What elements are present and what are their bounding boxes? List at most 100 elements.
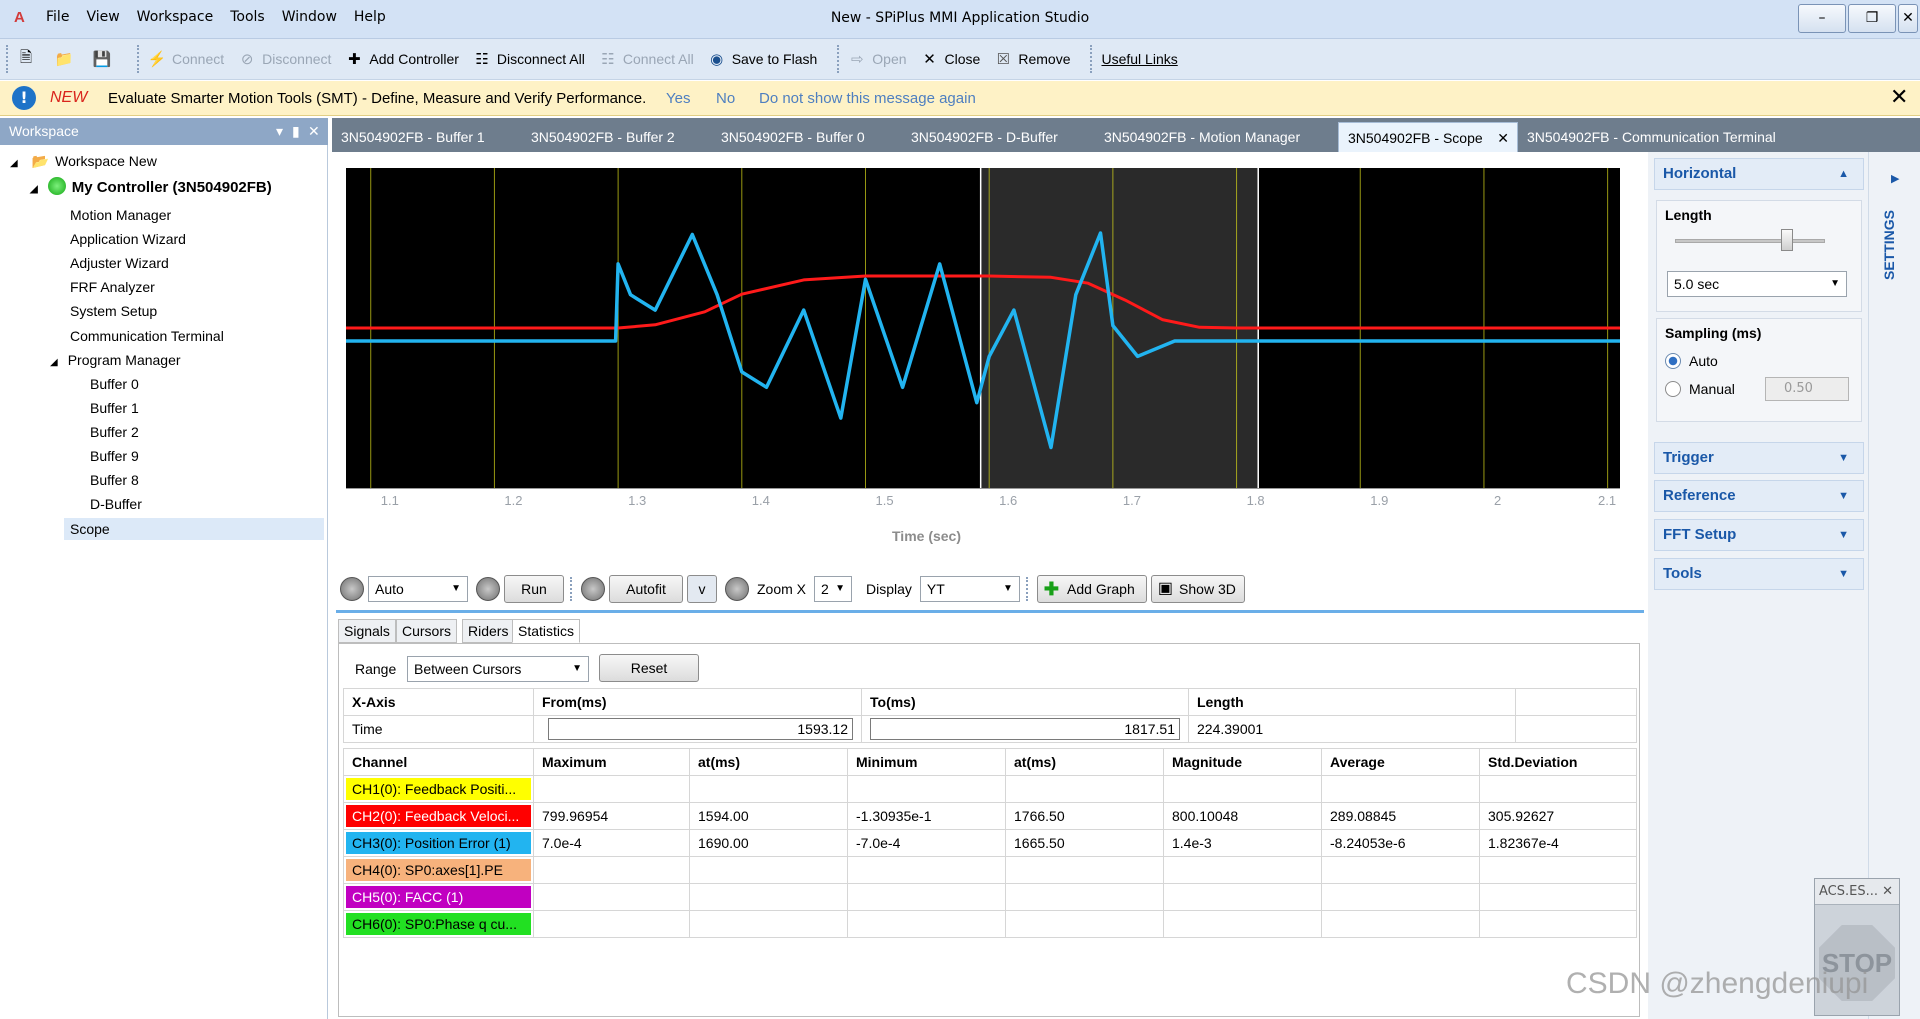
v-button[interactable]: v (687, 575, 717, 603)
statistics-row[interactable]: CH4(0): SP0:axes[1].PE (343, 856, 1637, 884)
tree-item-program-manager[interactable]: ◢ Program Manager (50, 349, 181, 371)
open-button[interactable]: ⇨ Open (848, 50, 907, 68)
tab-motion-manager[interactable]: 3N504902FB - Motion Manager (1095, 122, 1338, 152)
empty-cell (1515, 715, 1637, 743)
maximize-button[interactable]: ❐ (1848, 4, 1896, 33)
statistics-row[interactable]: CH6(0): SP0:Phase q cu... (343, 910, 1637, 938)
tree-item-system-setup[interactable]: System Setup (70, 300, 157, 322)
length-select[interactable]: 5.0 sec ▼ (1667, 271, 1847, 297)
tab-scope[interactable]: 3N504902FB - Scope ✕ (1338, 122, 1518, 152)
useful-links-button[interactable]: Useful Links (1101, 51, 1177, 67)
mode-select[interactable]: Auto ▼ (368, 576, 468, 602)
stat-cell (533, 856, 690, 884)
show-3d-button[interactable]: ▣ Show 3D (1150, 575, 1245, 603)
panel-close-icon[interactable]: ✕ (308, 118, 320, 145)
tree-item-motion-manager[interactable]: Motion Manager (70, 204, 171, 226)
manual-radio[interactable] (1665, 381, 1681, 397)
length-slider-track[interactable] (1675, 239, 1825, 243)
stat-cell (1321, 883, 1480, 911)
minimize-button[interactable]: – (1798, 4, 1846, 33)
disconnect-all-button[interactable]: ☷ Disconnect All (473, 50, 585, 68)
disconnect-button[interactable]: ⊘ Disconnect (238, 50, 332, 68)
tree-item-adjuster-wizard[interactable]: Adjuster Wizard (70, 252, 169, 274)
statistics-row[interactable]: CH3(0): Position Error (1) 7.0e-4 1690.00-… (343, 829, 1637, 857)
close-button[interactable]: ✕ Close (921, 50, 980, 68)
expand-down-icon: ▼ (1838, 529, 1849, 541)
save-workspace-button[interactable]: 💾 (93, 50, 117, 68)
autofit-button[interactable]: Autofit (609, 575, 683, 603)
subtab-signals[interactable]: Signals (338, 619, 396, 643)
tab-d-buffer[interactable]: 3N504902FB - D-Buffer (902, 122, 1095, 152)
message-close-icon[interactable]: ✕ (1890, 85, 1908, 110)
connect-button[interactable]: ⚡ Connect (148, 50, 225, 68)
subtab-statistics[interactable]: Statistics (512, 619, 581, 643)
from-field[interactable]: 1593.12 (548, 718, 853, 740)
tools-section-header[interactable]: Tools ▼ (1654, 558, 1864, 590)
trigger-section-header[interactable]: Trigger ▼ (1654, 442, 1864, 474)
display-select[interactable]: YT ▼ (919, 576, 1020, 602)
tree-controller[interactable]: ◢ My Controller (3N504902FB) (30, 177, 272, 199)
tree-item-buffer-2[interactable]: Buffer 2 (90, 421, 139, 443)
subtab-cursors[interactable]: Cursors (396, 619, 458, 643)
tree-item-d-buffer[interactable]: D-Buffer (90, 493, 142, 515)
auto-radio[interactable] (1665, 353, 1681, 369)
message-no-link[interactable]: No (716, 90, 735, 107)
tree-item-scope[interactable]: Scope (64, 518, 324, 540)
scope-plot[interactable] (346, 168, 1620, 488)
tree-root[interactable]: ◢ 📂 Workspace New (10, 150, 157, 172)
zoom-select[interactable]: 2 ▼ (814, 576, 853, 602)
statistics-row[interactable]: CH5(0): FACC (1) (343, 883, 1637, 911)
subtab-riders[interactable]: Riders (462, 619, 515, 643)
reference-section-header[interactable]: Reference ▼ (1654, 480, 1864, 512)
tab-buffer-0[interactable]: 3N504902FB - Buffer 0 (712, 122, 902, 152)
panel-dropdown-icon[interactable]: ▾ (276, 118, 283, 145)
manual-sampling-field[interactable]: 0.50 (1765, 377, 1849, 401)
add-controller-button[interactable]: ✚ Add Controller (345, 50, 459, 68)
new-workspace-button[interactable]: 🗎 (17, 49, 41, 68)
stat-cell (1479, 910, 1637, 938)
message-yes-link[interactable]: Yes (666, 90, 690, 107)
tree-item-frf-analyzer[interactable]: FRF Analyzer (70, 276, 155, 298)
open-workspace-button[interactable]: 📁 (55, 50, 79, 68)
pin-icon[interactable]: ▮ (292, 118, 300, 145)
run-button[interactable]: Run (504, 575, 564, 603)
statistics-row[interactable]: CH2(0): Feedback Veloci... 799.96954 1594.… (343, 802, 1637, 830)
stop-widget-close-icon[interactable]: ✕ (1882, 879, 1893, 905)
tree-item-buffer-1[interactable]: Buffer 1 (90, 397, 139, 419)
bottom-panel: Signals Cursors Riders Statistics Range … (336, 610, 1644, 1017)
add-graph-button[interactable]: ✚ Add Graph (1036, 575, 1147, 603)
tree-item-buffer-0[interactable]: Buffer 0 (90, 373, 139, 395)
col-min-at: at(ms) (1005, 748, 1164, 776)
tab-buffer-1[interactable]: 3N504902FB - Buffer 1 (332, 122, 522, 152)
collapse-right-icon[interactable]: ▶ (1891, 172, 1899, 185)
to-field[interactable]: 1817.51 (870, 718, 1180, 740)
tree-item-application-wizard[interactable]: Application Wizard (70, 228, 186, 250)
horizontal-section-header[interactable]: Horizontal ▲ (1654, 158, 1864, 190)
zoom-value: 2 (821, 581, 829, 597)
tab-buffer-2[interactable]: 3N504902FB - Buffer 2 (522, 122, 712, 152)
tab-communication-terminal[interactable]: 3N504902FB - Communication Terminal (1518, 122, 1818, 152)
tree-item-buffer-9[interactable]: Buffer 9 (90, 445, 139, 467)
length-slider-thumb[interactable] (1781, 229, 1793, 251)
tree-item-communication-terminal[interactable]: Communication Terminal (70, 325, 224, 347)
x-tick-label: 1.4 (751, 493, 770, 508)
chevron-down-icon: ▼ (572, 663, 582, 674)
statistics-row[interactable]: CH1(0): Feedback Positi... (343, 775, 1637, 803)
close-window-button[interactable]: ✕ (1898, 4, 1918, 33)
reset-button[interactable]: Reset (599, 654, 699, 682)
save-to-flash-button[interactable]: ◉ Save to Flash (708, 50, 817, 68)
watermark: CSDN @zhengdeniupi (1566, 967, 1869, 1000)
tab-close-icon[interactable]: ✕ (1497, 123, 1509, 153)
message-dont-show-link[interactable]: Do not show this message again (759, 90, 976, 107)
range-select[interactable]: Between Cursors ▼ (407, 656, 589, 682)
stat-cell (1005, 883, 1164, 911)
remove-button[interactable]: ☒ Remove (994, 50, 1071, 68)
workspace-panel: Workspace ▾ ▮ ✕ ◢ 📂 Workspace New ◢ My Cont… (0, 118, 328, 1019)
connect-all-button[interactable]: ☷ Connect All (599, 50, 694, 68)
tree-item-buffer-8[interactable]: Buffer 8 (90, 469, 139, 491)
fft-section-header[interactable]: FFT Setup ▼ (1654, 519, 1864, 551)
settings-vertical-tab[interactable]: SETTINGS (1881, 210, 1897, 280)
statistics-header-row: Channel Maximum at(ms) Minimum at(ms) Ma… (343, 748, 1637, 776)
stat-cell (1479, 775, 1637, 803)
stat-cell (689, 910, 848, 938)
